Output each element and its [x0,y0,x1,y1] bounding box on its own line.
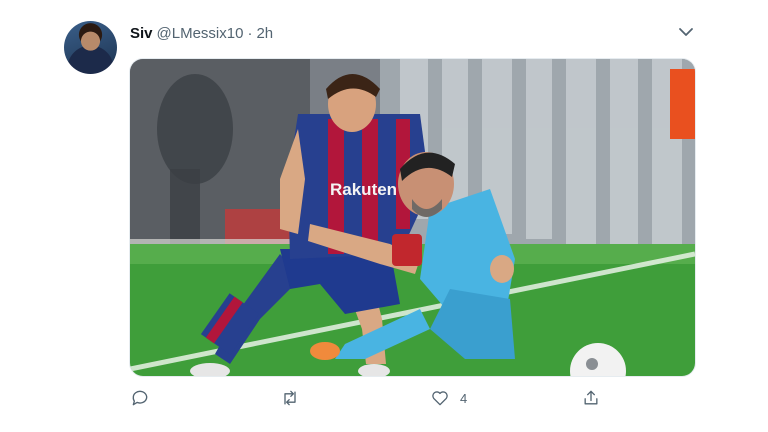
share-icon [584,390,598,405]
tweet-actions: 4 [0,385,768,411]
retweet-icon [284,390,296,406]
chevron-down-icon[interactable] [676,22,696,42]
tweet-header: Siv @LMessix10 · 2h [130,22,273,44]
author-handle[interactable]: @LMessix10 [157,25,244,42]
avatar[interactable] [64,21,117,74]
jersey-sponsor-text: Rakuten [330,180,397,199]
tweet-timestamp[interactable]: 2h [256,25,273,42]
football-photo: Rakuten [130,59,695,376]
retweet-button[interactable] [280,385,310,411]
share-button[interactable] [581,385,601,411]
reply-button[interactable] [130,385,160,411]
tweet-photo[interactable]: Rakuten [129,58,696,377]
reply-icon [132,390,148,406]
separator-dot: · [247,24,253,42]
like-icon [432,391,448,406]
like-count: 4 [460,390,468,406]
like-button[interactable]: 4 [430,385,467,411]
author-name[interactable]: Siv [130,25,153,42]
